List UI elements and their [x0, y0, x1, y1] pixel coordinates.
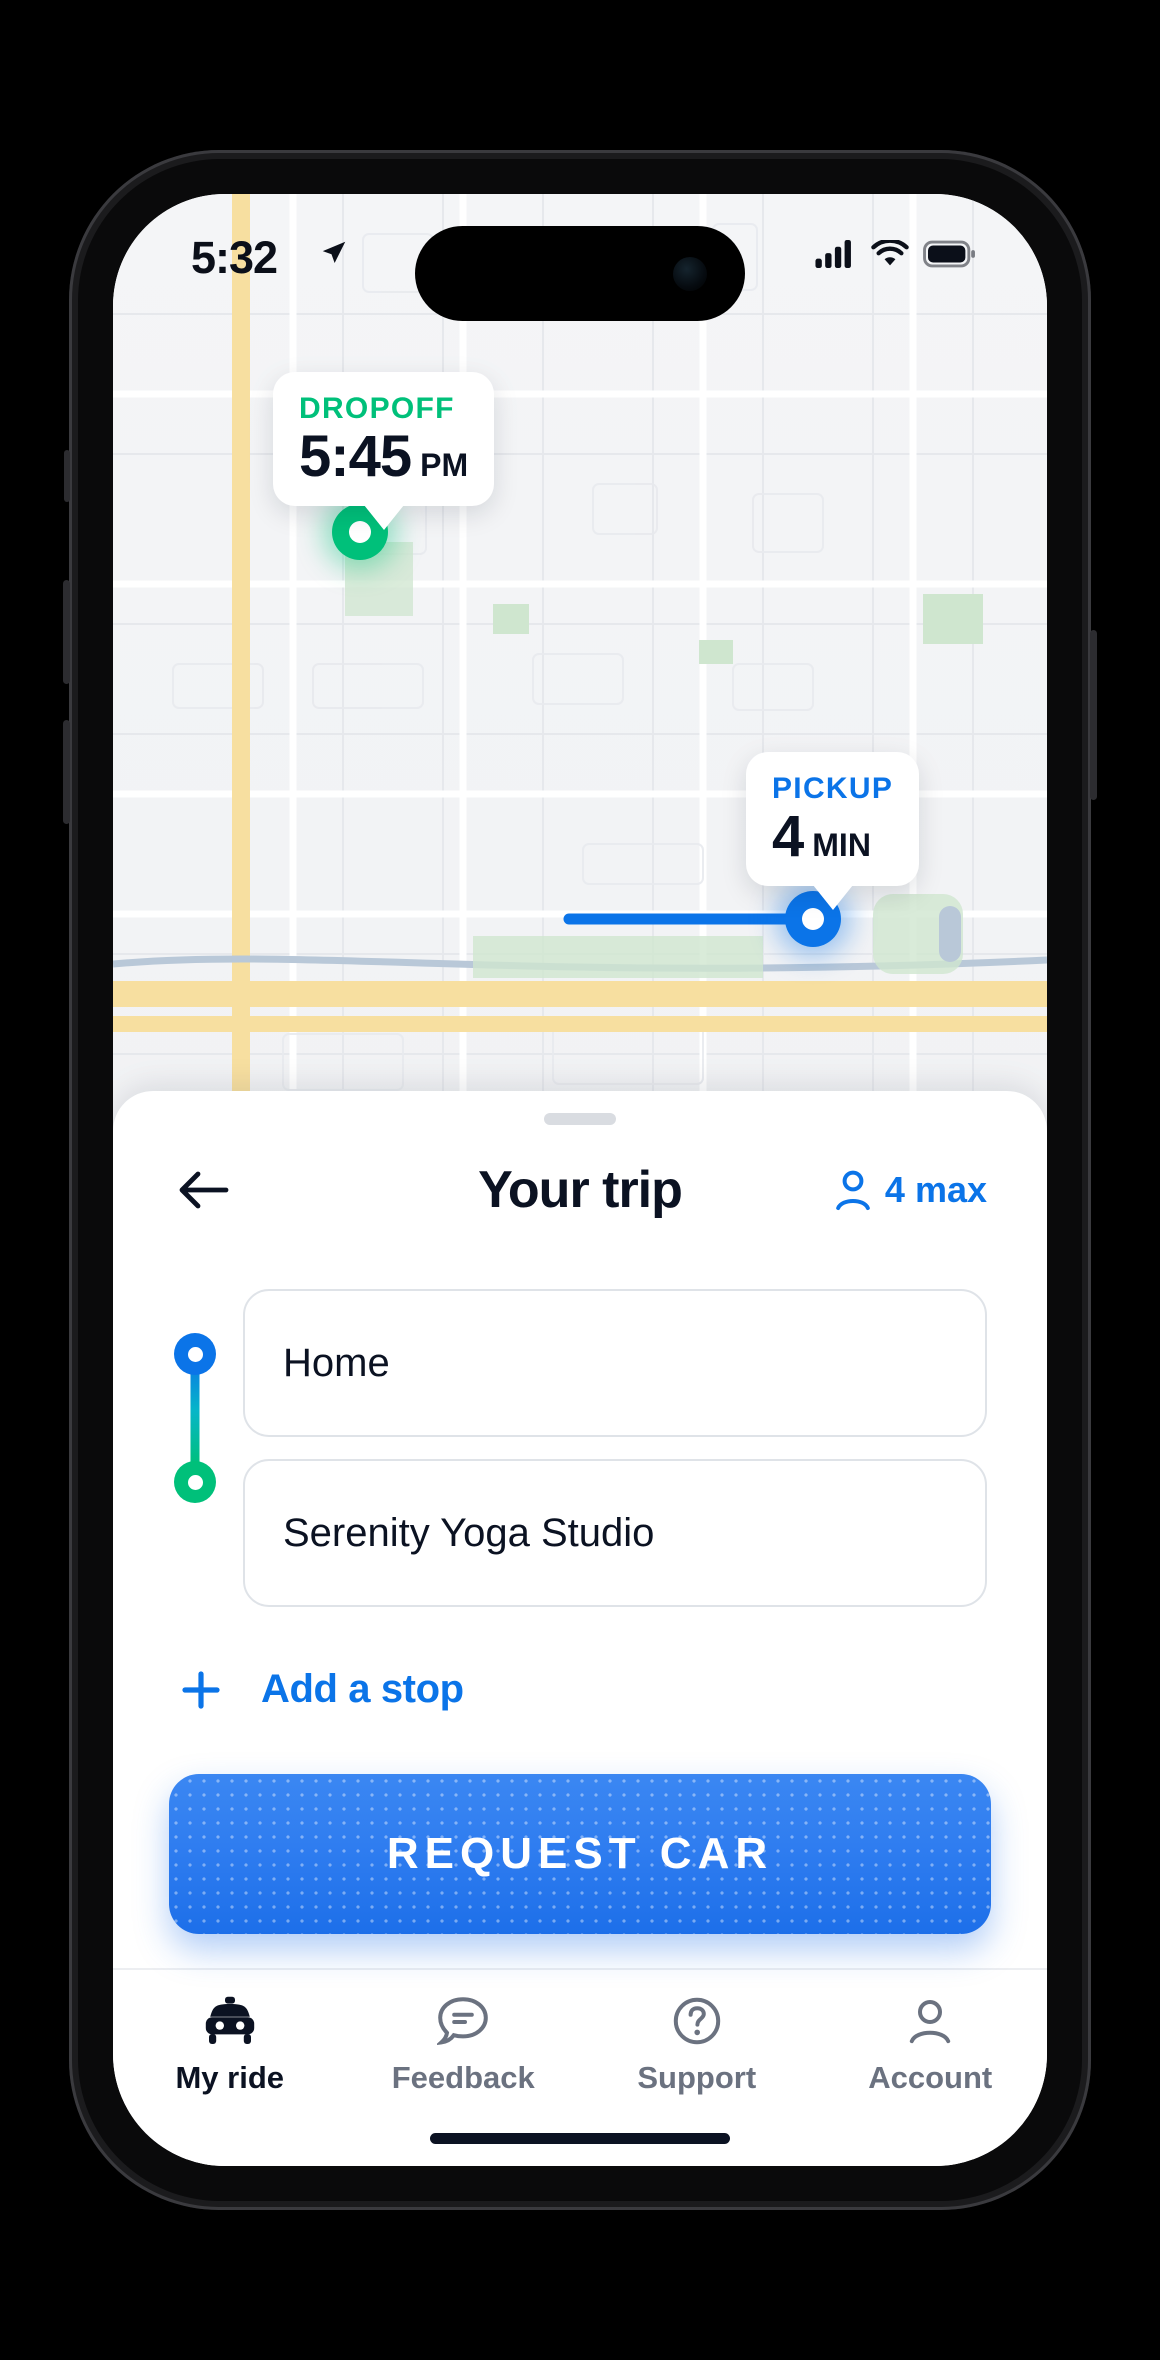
add-stop-button[interactable]: Add a stop: [113, 1607, 1047, 1712]
back-button[interactable]: [173, 1160, 233, 1220]
dropoff-callout-label: DROPOFF: [299, 392, 455, 425]
taxi-icon: [205, 1996, 254, 2044]
pickup-eta: 4: [772, 804, 804, 869]
speech-bubble-icon: [437, 1997, 489, 2046]
cta-container: REQUEST CAR: [113, 1712, 1047, 1934]
pickup-callout-label: PICKUP: [772, 772, 894, 805]
dropoff-callout[interactable]: DROPOFF 5:45 PM: [273, 372, 495, 506]
back-arrow-icon: [179, 1171, 229, 1209]
home-indicator[interactable]: [430, 2133, 730, 2144]
tab-account[interactable]: Account: [814, 1996, 1048, 2096]
destination-dot-icon: [174, 1461, 216, 1503]
tab-account-label: Account: [868, 2060, 993, 2095]
destination-field[interactable]: Serenity Yoga Studio: [243, 1459, 987, 1607]
dropoff-time: 5:45: [299, 424, 412, 489]
plus-icon: [182, 1670, 220, 1709]
passenger-capacity[interactable]: 4 max: [833, 1169, 987, 1211]
trip-fields: Home Serenity Yoga Studio: [243, 1289, 987, 1607]
route-path: [354, 526, 819, 925]
tab-feedback[interactable]: Feedback: [347, 1996, 581, 2096]
tab-support-label: Support: [637, 2060, 757, 2095]
origin-field[interactable]: Home: [243, 1289, 987, 1437]
screenshot-root: DROPOFF 5:45 PM PICKUP 4 MIN 5:32 Your t…: [0, 0, 1160, 2360]
phone-screen: DROPOFF 5:45 PM PICKUP 4 MIN 5:32 Your t…: [113, 194, 1047, 2166]
phone-frame: DROPOFF 5:45 PM PICKUP 4 MIN 5:32 Your t…: [63, 150, 1097, 2210]
question-circle-icon: [673, 1997, 720, 2045]
request-car-button[interactable]: REQUEST CAR: [169, 1774, 991, 1934]
sheet-drag-handle[interactable]: [544, 1113, 616, 1125]
tab-support[interactable]: Support: [580, 1996, 814, 2096]
person-icon: [836, 1170, 870, 1210]
request-car-label: REQUEST CAR: [386, 1829, 774, 1878]
tab-my-ride[interactable]: My ride: [113, 1996, 347, 2096]
dynamic-island: [415, 226, 745, 321]
person-icon: [910, 2000, 951, 2044]
trip-sheet: Your trip 4 max Home Serenity Yoga Studi…: [113, 1091, 1047, 2166]
tab-my-ride-label: My ride: [175, 2060, 285, 2095]
origin-dot-icon: [174, 1333, 216, 1375]
pickup-callout[interactable]: PICKUP 4 MIN: [746, 752, 920, 886]
sheet-header: Your trip 4 max: [113, 1125, 1047, 1255]
pickup-callout-value: 4 MIN: [772, 808, 893, 866]
map-view[interactable]: DROPOFF 5:45 PM PICKUP 4 MIN: [113, 194, 1047, 1229]
pickup-eta-unit: MIN: [812, 827, 871, 863]
add-stop-label: Add a stop: [261, 1667, 464, 1711]
dropoff-callout-value: 5:45 PM: [299, 428, 468, 486]
passenger-capacity-label: 4 max: [884, 1169, 987, 1210]
volume-down-button[interactable]: [63, 720, 70, 824]
page-title: Your trip: [478, 1161, 683, 1219]
tab-feedback-label: Feedback: [391, 2060, 535, 2095]
dropoff-time-unit: PM: [420, 447, 469, 483]
power-button[interactable]: [1090, 630, 1097, 800]
volume-up-button[interactable]: [63, 580, 70, 684]
trip-rail: [173, 1289, 217, 1607]
front-camera-icon: [673, 256, 707, 291]
silence-switch[interactable]: [64, 450, 70, 502]
trip-locations: Home Serenity Yoga Studio: [113, 1255, 1047, 1607]
